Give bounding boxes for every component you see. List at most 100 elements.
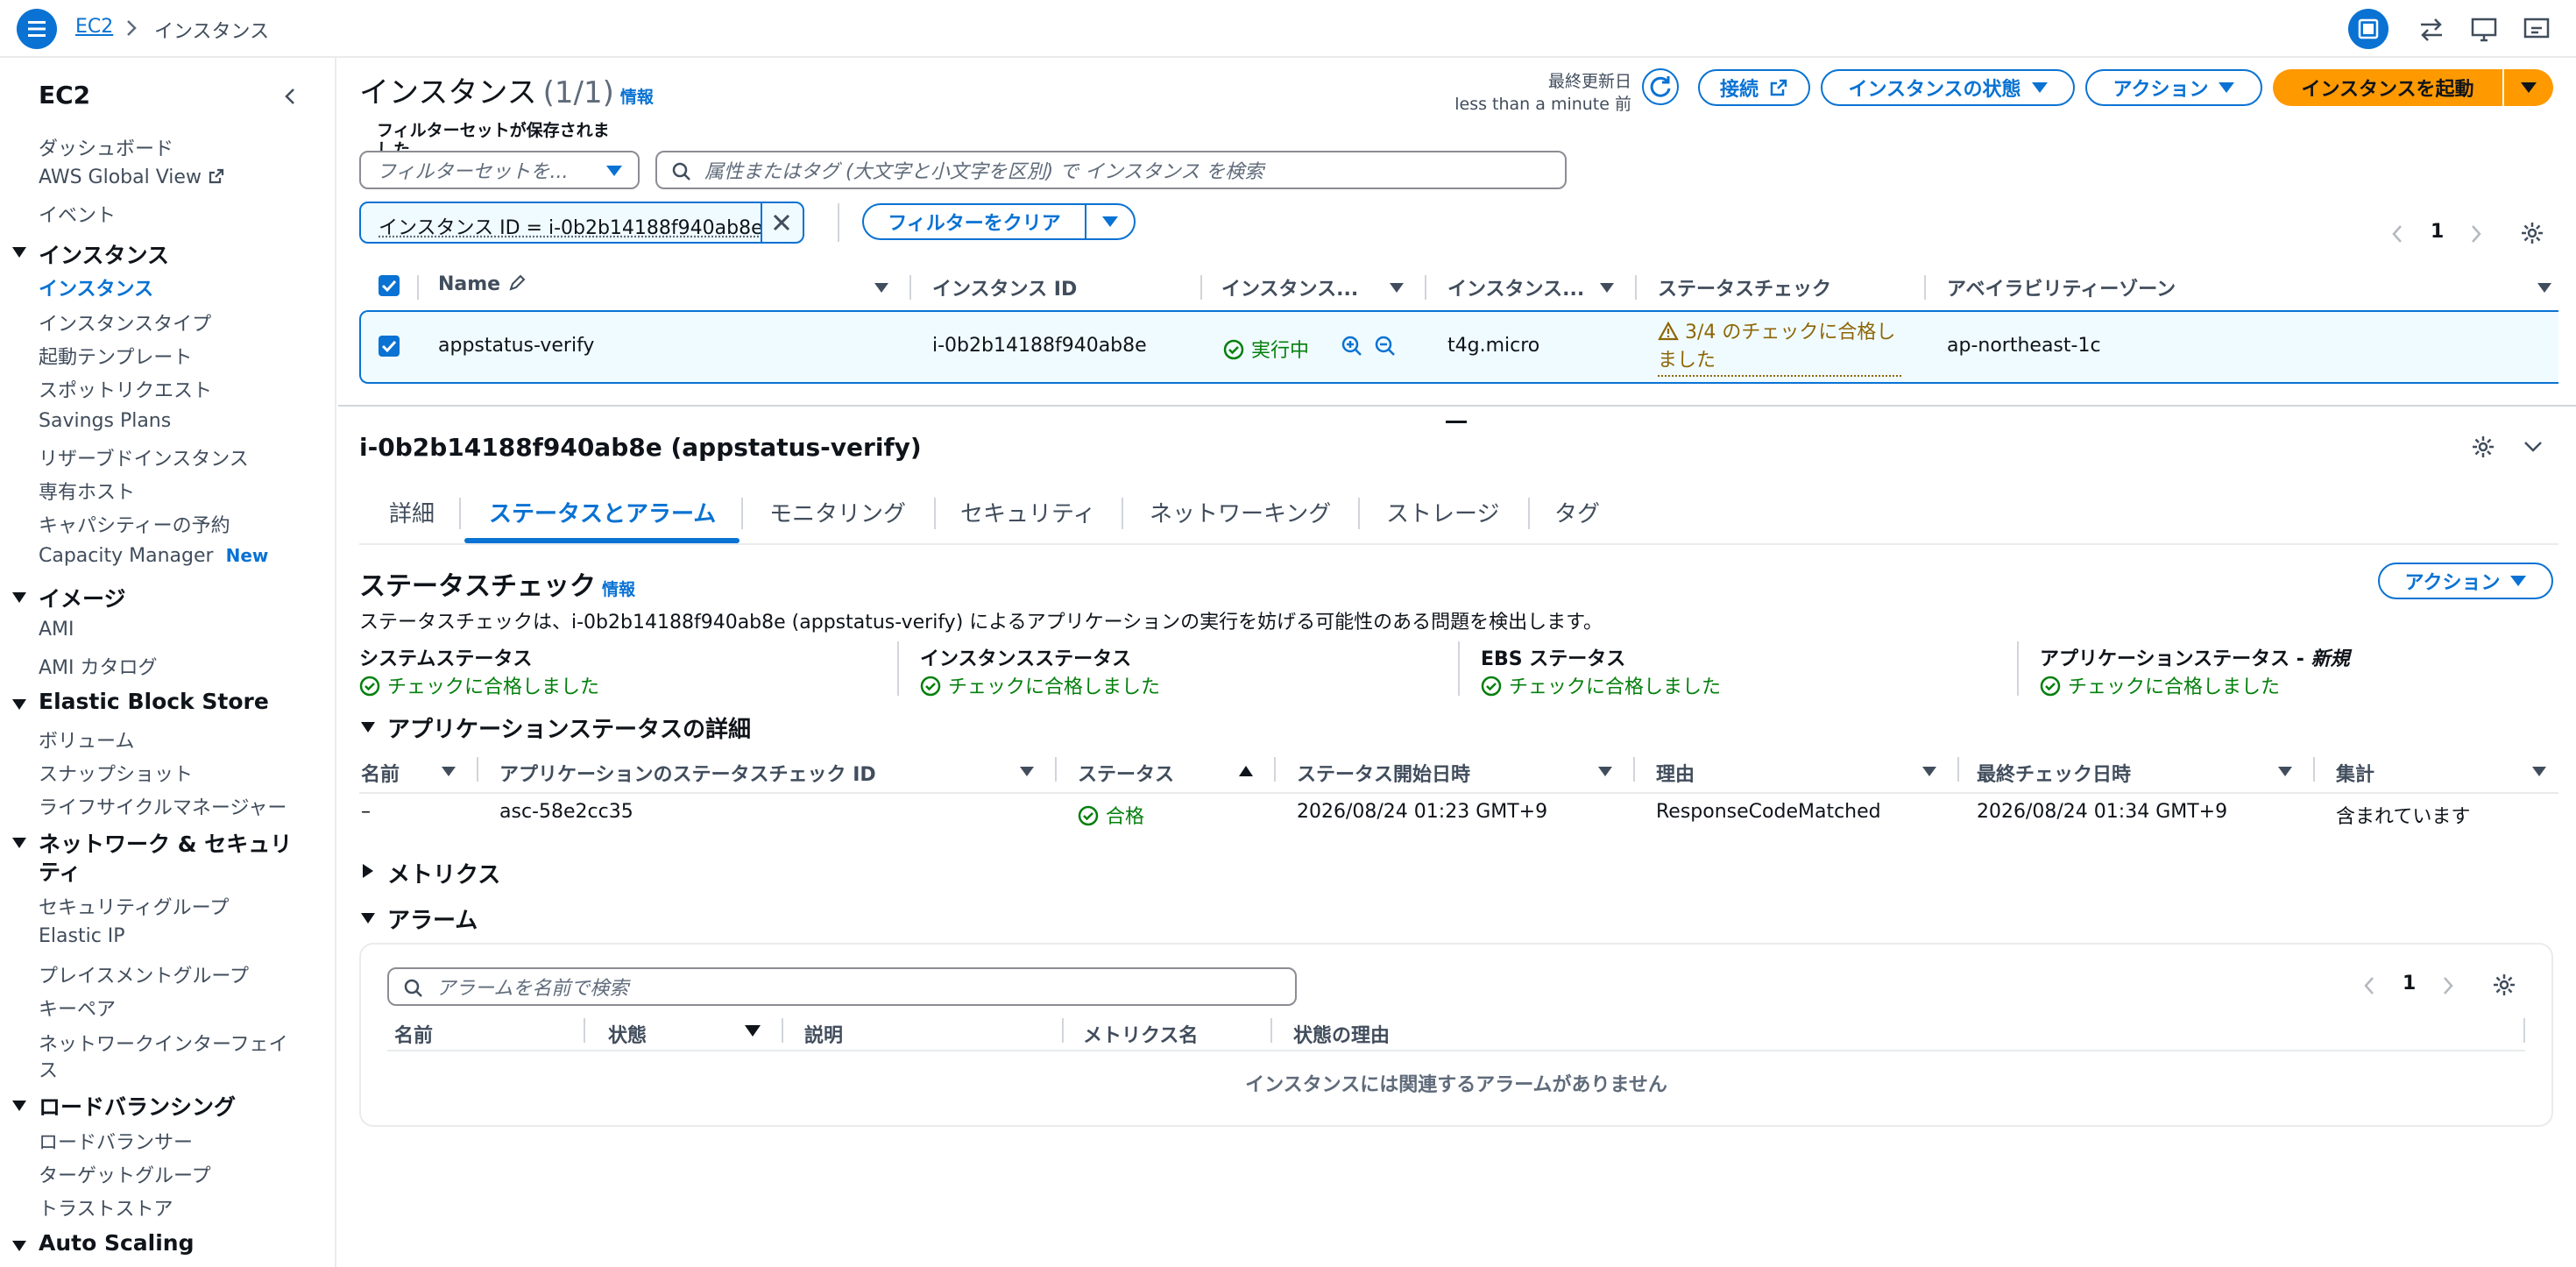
- sidebar-item-volumes[interactable]: ボリューム: [39, 726, 134, 754]
- app-col-start[interactable]: ステータス開始日時: [1297, 759, 1470, 787]
- next-page-icon[interactable]: [2469, 223, 2483, 245]
- column-header-instance-state[interactable]: インスタンス...: [1221, 273, 1358, 301]
- app-col-last-check[interactable]: 最終チェック日時: [1977, 759, 2131, 787]
- tab-security[interactable]: セキュリティ: [960, 496, 1095, 528]
- sidebar-item-key-pairs[interactable]: キーペア: [39, 994, 116, 1022]
- alarm-col-description[interactable]: 説明: [804, 1020, 843, 1048]
- sort-icon[interactable]: [1020, 767, 1034, 776]
- gear-icon[interactable]: [2471, 435, 2495, 459]
- tab-networking[interactable]: ネットワーキング: [1150, 496, 1331, 528]
- app-col-id[interactable]: アプリケーションのステータスチェック ID: [499, 759, 876, 787]
- alarms-section-header[interactable]: アラーム: [387, 902, 478, 935]
- clear-filters-button[interactable]: フィルターをクリア: [862, 203, 1086, 240]
- sidebar-section-load-balancing[interactable]: ロードバランシング: [39, 1090, 236, 1122]
- refresh-button[interactable]: [1642, 68, 1679, 105]
- caret-down-icon[interactable]: [12, 838, 26, 848]
- next-page-icon[interactable]: [2441, 974, 2455, 997]
- alarm-search-input[interactable]: アラームを名前で検索: [387, 967, 1297, 1006]
- metrics-section-header[interactable]: メトリクス: [387, 857, 500, 889]
- sidebar-section-network-cont[interactable]: ティ: [39, 855, 81, 887]
- sort-desc-icon[interactable]: [745, 1025, 761, 1037]
- sidebar-item-dedicated-hosts[interactable]: 専有ホスト: [39, 477, 135, 505]
- panel-icon[interactable]: [2348, 9, 2388, 49]
- breadcrumb-ec2[interactable]: EC2: [75, 16, 113, 38]
- sidebar-item-reserved-instances[interactable]: リザーブドインスタンス: [39, 443, 249, 471]
- resize-handle[interactable]: [1446, 421, 1467, 423]
- column-header-instance-type[interactable]: インスタンス...: [1447, 273, 1584, 301]
- sort-icon[interactable]: [1598, 767, 1612, 776]
- caret-down-icon[interactable]: [12, 1101, 26, 1111]
- info-link[interactable]: 情報: [620, 88, 654, 107]
- sidebar-item-network-interfaces[interactable]: ネットワークインターフェイ: [39, 1029, 288, 1057]
- sidebar-item-elastic-ip[interactable]: Elastic IP: [39, 925, 125, 947]
- alarm-col-name[interactable]: 名前: [394, 1020, 433, 1048]
- launch-dropdown-button[interactable]: [2504, 69, 2553, 106]
- chevron-down-icon[interactable]: [2522, 436, 2544, 457]
- column-header-name[interactable]: Name: [438, 273, 527, 295]
- menu-icon[interactable]: [17, 9, 57, 49]
- clear-filters-dropdown[interactable]: [1085, 203, 1136, 240]
- sort-icon[interactable]: [1922, 767, 1936, 776]
- gear-icon[interactable]: [2492, 973, 2516, 997]
- sidebar-section-ebs[interactable]: Elastic Block Store: [39, 689, 269, 714]
- sidebar-item-instances[interactable]: インスタンス: [39, 273, 153, 301]
- sidebar-item-security-groups[interactable]: セキュリティグループ: [39, 892, 229, 920]
- sidebar-item-trust-stores[interactable]: トラストストア: [39, 1193, 173, 1221]
- sidebar-section-images[interactable]: イメージ: [39, 582, 126, 613]
- sidebar-item-savings-plans[interactable]: Savings Plans: [39, 410, 171, 432]
- sort-icon[interactable]: [1600, 283, 1614, 293]
- tab-details[interactable]: 詳細: [389, 496, 435, 528]
- tab-tags[interactable]: タグ: [1554, 496, 1600, 528]
- sort-icon[interactable]: [442, 767, 456, 776]
- app-status-check-id-link[interactable]: asc-58e2cc35: [499, 801, 633, 823]
- sidebar-item-snapshots[interactable]: スナップショット: [39, 759, 193, 787]
- instance-state-button[interactable]: インスタンスの状態: [1821, 69, 2075, 106]
- swap-icon[interactable]: [2414, 12, 2449, 47]
- caret-down-icon[interactable]: [12, 1241, 26, 1251]
- caret-down-icon[interactable]: [12, 247, 26, 258]
- app-col-status[interactable]: ステータス: [1078, 759, 1174, 787]
- sidebar-section-network[interactable]: ネットワーク & セキュリ: [39, 827, 292, 859]
- sort-icon[interactable]: [2278, 767, 2292, 776]
- sidebar-item-network-interfaces-cont[interactable]: ス: [39, 1055, 58, 1083]
- sidebar-item-capacity-manager[interactable]: Capacity Manager New: [39, 545, 268, 567]
- caret-down-icon[interactable]: [12, 592, 26, 603]
- connect-button[interactable]: 接続: [1698, 69, 1810, 106]
- sidebar-item-target-groups[interactable]: ターゲットグループ: [39, 1160, 211, 1188]
- zoom-out-icon[interactable]: [1374, 335, 1397, 357]
- caret-right-icon[interactable]: [363, 864, 373, 878]
- sort-icon[interactable]: [1390, 283, 1404, 293]
- sidebar-item-ami-catalog[interactable]: AMI カタログ: [39, 652, 158, 680]
- sidebar-item-capacity-reservations[interactable]: キャパシティーの予約: [39, 510, 230, 538]
- status-actions-button[interactable]: アクション: [2378, 563, 2553, 599]
- tab-status-alarms[interactable]: ステータスとアラーム: [489, 496, 716, 528]
- sidebar-item-global-view[interactable]: AWS Global View: [39, 166, 225, 188]
- instance-id-link[interactable]: i-0b2b14188f940ab8e: [932, 335, 1147, 357]
- select-all-checkbox[interactable]: [379, 275, 400, 296]
- alarm-col-state[interactable]: 状態: [608, 1020, 647, 1048]
- sort-icon[interactable]: [2532, 767, 2546, 776]
- caret-down-icon[interactable]: [361, 913, 375, 924]
- sidebar-item-events[interactable]: イベント: [39, 200, 116, 228]
- launch-instance-button[interactable]: インスタンスを起動: [2273, 69, 2502, 106]
- column-header-az[interactable]: アベイラビリティーゾーン: [1947, 273, 2176, 301]
- zoom-in-icon[interactable]: [1341, 335, 1363, 357]
- sidebar-item-instance-types[interactable]: インスタンスタイプ: [39, 308, 211, 336]
- sidebar-item-placement-groups[interactable]: プレイスメントグループ: [39, 960, 249, 988]
- app-col-reason[interactable]: 理由: [1656, 759, 1695, 787]
- column-header-status-check[interactable]: ステータスチェック: [1658, 273, 1831, 301]
- status-check-value[interactable]: 3/4 のチェックに合格し ました: [1658, 319, 1901, 377]
- row-checkbox[interactable]: [379, 336, 400, 357]
- sort-icon[interactable]: [2537, 283, 2551, 293]
- sidebar-item-load-balancers[interactable]: ロードバランサー: [39, 1127, 193, 1155]
- caret-down-icon[interactable]: [361, 722, 375, 733]
- gear-icon[interactable]: [2520, 221, 2544, 245]
- sidebar-item-launch-templates[interactable]: 起動テンプレート: [39, 342, 192, 370]
- caret-down-icon[interactable]: [12, 699, 26, 710]
- actions-button[interactable]: アクション: [2085, 69, 2262, 106]
- info-link[interactable]: 情報: [602, 580, 635, 599]
- page-number[interactable]: 1: [2431, 221, 2444, 243]
- app-col-name[interactable]: 名前: [361, 759, 400, 787]
- chevron-left-icon[interactable]: [282, 86, 298, 107]
- sort-icon[interactable]: [874, 283, 888, 293]
